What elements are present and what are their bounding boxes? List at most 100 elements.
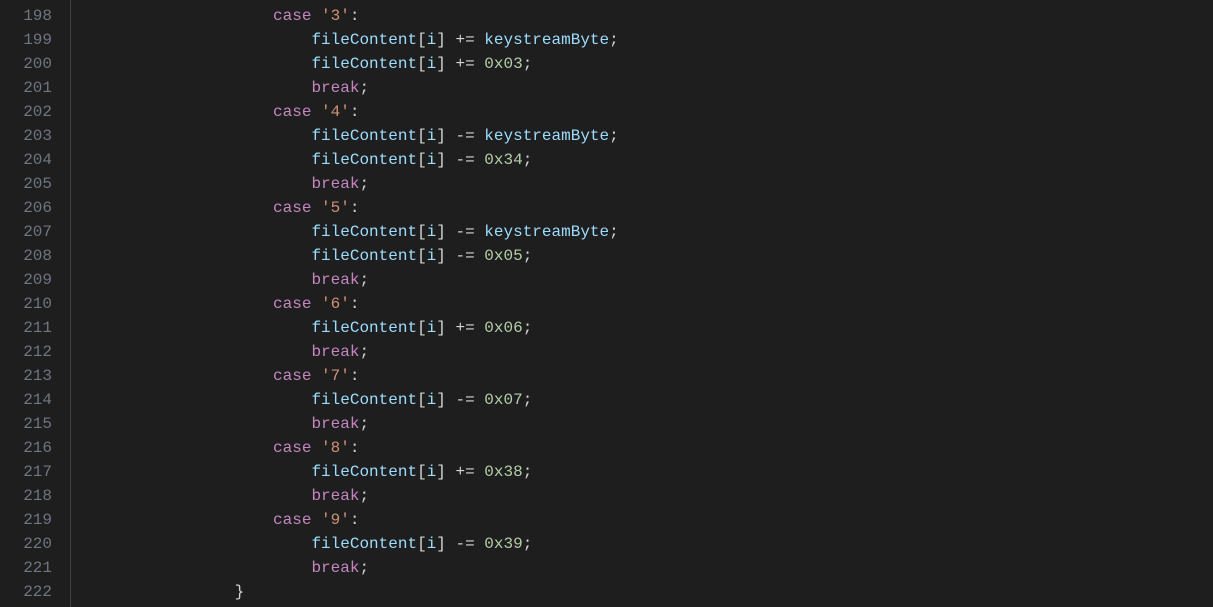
token-kw: case	[273, 103, 321, 121]
token-var: fileContent	[311, 223, 417, 241]
line-number: 215	[0, 412, 52, 436]
token-punc: ;	[359, 487, 369, 505]
line-number: 214	[0, 388, 52, 412]
token-var: keystreamByte	[484, 223, 609, 241]
line-number: 216	[0, 436, 52, 460]
code-line[interactable]: case '8':	[81, 436, 1213, 460]
token-punc: [	[417, 223, 427, 241]
line-number: 221	[0, 556, 52, 580]
code-line[interactable]: fileContent[i] -= 0x07;	[81, 388, 1213, 412]
code-line[interactable]: }	[81, 580, 1213, 604]
token-punc: [	[417, 535, 427, 553]
token-punc: ;	[609, 31, 619, 49]
code-line[interactable]: case '4':	[81, 100, 1213, 124]
line-number: 211	[0, 316, 52, 340]
code-line[interactable]: fileContent[i] += keystreamByte;	[81, 28, 1213, 52]
token-var: fileContent	[311, 319, 417, 337]
line-number: 207	[0, 220, 52, 244]
token-var: fileContent	[311, 535, 417, 553]
token-punc: ] -=	[436, 391, 484, 409]
token-punc: ;	[359, 175, 369, 193]
token-punc: ] +=	[436, 463, 484, 481]
line-number: 202	[0, 100, 52, 124]
code-line[interactable]: fileContent[i] += 0x38;	[81, 460, 1213, 484]
token-punc: ;	[359, 415, 369, 433]
code-line[interactable]: break;	[81, 484, 1213, 508]
code-line[interactable]: break;	[81, 556, 1213, 580]
token-punc: ;	[523, 535, 533, 553]
token-var: fileContent	[311, 151, 417, 169]
token-punc: ] +=	[436, 319, 484, 337]
token-str: '6'	[321, 295, 350, 313]
token-punc: [	[417, 391, 427, 409]
code-line[interactable]: case '3':	[81, 4, 1213, 28]
code-line[interactable]: case '6':	[81, 292, 1213, 316]
token-punc: ;	[359, 271, 369, 289]
token-kw: case	[273, 511, 321, 529]
token-punc: [	[417, 247, 427, 265]
line-number: 213	[0, 364, 52, 388]
token-punc: ;	[359, 559, 369, 577]
token-str: '7'	[321, 367, 350, 385]
line-number: 219	[0, 508, 52, 532]
token-punc: ] +=	[436, 55, 484, 73]
token-kw: case	[273, 367, 321, 385]
token-var: i	[427, 223, 437, 241]
code-line[interactable]: break;	[81, 340, 1213, 364]
code-line[interactable]: fileContent[i] -= keystreamByte;	[81, 220, 1213, 244]
code-line[interactable]: fileContent[i] += 0x06;	[81, 316, 1213, 340]
token-punc: :	[350, 295, 360, 313]
token-punc: ;	[523, 151, 533, 169]
token-punc: ] -=	[436, 535, 484, 553]
token-num: 0x07	[484, 391, 522, 409]
code-line[interactable]: break;	[81, 268, 1213, 292]
code-line[interactable]: break;	[81, 76, 1213, 100]
code-line[interactable]: case '7':	[81, 364, 1213, 388]
token-str: '8'	[321, 439, 350, 457]
token-punc: }	[235, 583, 245, 601]
code-line[interactable]: fileContent[i] -= keystreamByte;	[81, 124, 1213, 148]
token-punc: :	[350, 439, 360, 457]
line-number: 206	[0, 196, 52, 220]
code-line[interactable]: fileContent[i] += 0x03;	[81, 52, 1213, 76]
code-line[interactable]: fileContent[i] -= 0x39;	[81, 532, 1213, 556]
token-var: fileContent	[311, 127, 417, 145]
line-number: 208	[0, 244, 52, 268]
code-line[interactable]: break;	[81, 172, 1213, 196]
token-str: '4'	[321, 103, 350, 121]
token-punc: ;	[359, 343, 369, 361]
code-editor-content[interactable]: case '3': fileContent[i] += keystreamByt…	[71, 0, 1213, 607]
token-var: fileContent	[311, 463, 417, 481]
token-var: i	[427, 55, 437, 73]
line-number: 209	[0, 268, 52, 292]
code-line[interactable]: fileContent[i] -= 0x05;	[81, 244, 1213, 268]
token-var: i	[427, 31, 437, 49]
token-punc: ;	[523, 55, 533, 73]
token-var: i	[427, 319, 437, 337]
token-str: '3'	[321, 7, 350, 25]
token-var: keystreamByte	[484, 31, 609, 49]
token-kw: break	[311, 79, 359, 97]
code-line[interactable]: fileContent[i] -= 0x34;	[81, 148, 1213, 172]
code-line[interactable]: case '9':	[81, 508, 1213, 532]
token-num: 0x39	[484, 535, 522, 553]
token-num: 0x03	[484, 55, 522, 73]
line-number: 199	[0, 28, 52, 52]
line-number: 217	[0, 460, 52, 484]
token-var: i	[427, 391, 437, 409]
token-kw: break	[311, 343, 359, 361]
line-number: 200	[0, 52, 52, 76]
token-var: keystreamByte	[484, 127, 609, 145]
line-number: 218	[0, 484, 52, 508]
token-punc: ;	[359, 79, 369, 97]
code-line[interactable]: break;	[81, 412, 1213, 436]
token-punc: [	[417, 151, 427, 169]
token-kw: break	[311, 271, 359, 289]
line-number: 205	[0, 172, 52, 196]
token-punc: [	[417, 55, 427, 73]
token-num: 0x05	[484, 247, 522, 265]
code-line[interactable]: case '5':	[81, 196, 1213, 220]
token-str: '9'	[321, 511, 350, 529]
token-kw: break	[311, 415, 359, 433]
token-num: 0x38	[484, 463, 522, 481]
